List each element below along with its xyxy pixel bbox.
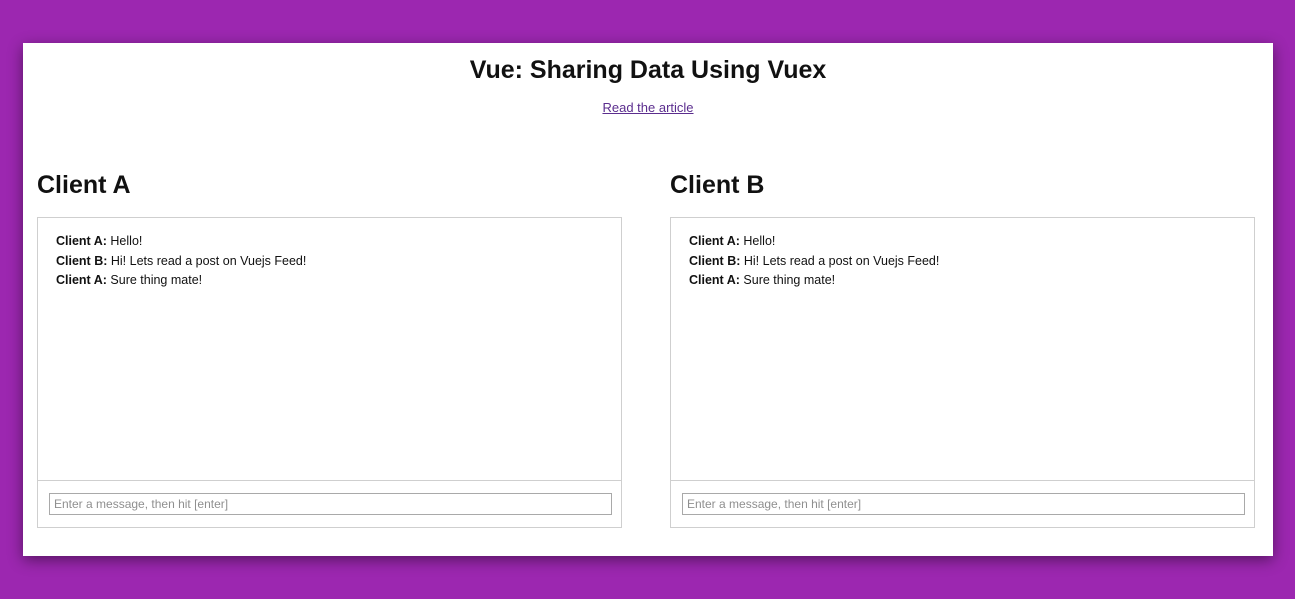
list-item: Client A: Sure thing mate! xyxy=(689,271,1236,291)
message-text: Sure thing mate! xyxy=(110,273,203,287)
page-title: Vue: Sharing Data Using Vuex xyxy=(469,56,827,84)
message-author: Client A: xyxy=(56,234,107,248)
client-b-message-list: Client A: Hello! Client B: Hi! Lets read… xyxy=(671,218,1254,481)
message-text: Hello! xyxy=(110,234,143,248)
message-text: Hi! Lets read a post on Vuejs Feed! xyxy=(743,253,940,268)
list-item: Client B: Hi! Lets read a post on Vuejs … xyxy=(689,252,1236,272)
client-a-title: Client A xyxy=(37,171,131,199)
message-author: Client A: xyxy=(689,234,740,248)
list-item: Client A: Hello! xyxy=(56,232,603,252)
client-b-message-input[interactable] xyxy=(682,493,1245,515)
client-a-message-input[interactable] xyxy=(49,493,612,515)
client-a-panel: Client A Client A: Hello! Client B: Hi! … xyxy=(37,170,622,528)
client-b-panel: Client B Client A: Hello! Client B: Hi! … xyxy=(670,170,1255,528)
message-text: Hello! xyxy=(743,234,776,248)
list-item: Client A: Hello! xyxy=(689,232,1236,252)
read-article-link[interactable]: Read the article xyxy=(602,100,693,115)
list-item: Client B: Hi! Lets read a post on Vuejs … xyxy=(56,252,603,272)
client-a-message-list: Client A: Hello! Client B: Hi! Lets read… xyxy=(38,218,621,481)
client-a-input-row xyxy=(49,493,612,515)
list-item: Client A: Sure thing mate! xyxy=(56,271,603,291)
client-b-chat-box: Client A: Hello! Client B: Hi! Lets read… xyxy=(670,217,1255,528)
message-author: Client B: xyxy=(56,253,108,268)
app-card: Vue: Sharing Data Using Vuex Read the ar… xyxy=(23,43,1273,556)
message-author: Client A: xyxy=(56,273,107,287)
message-author: Client A: xyxy=(689,273,740,287)
message-text: Sure thing mate! xyxy=(743,273,836,287)
client-b-title: Client B xyxy=(670,171,765,199)
message-author: Client B: xyxy=(689,253,741,268)
client-a-chat-box: Client A: Hello! Client B: Hi! Lets read… xyxy=(37,217,622,528)
client-b-input-row xyxy=(682,493,1245,515)
article-link-row: Read the article xyxy=(23,100,1273,116)
message-text: Hi! Lets read a post on Vuejs Feed! xyxy=(110,253,307,268)
